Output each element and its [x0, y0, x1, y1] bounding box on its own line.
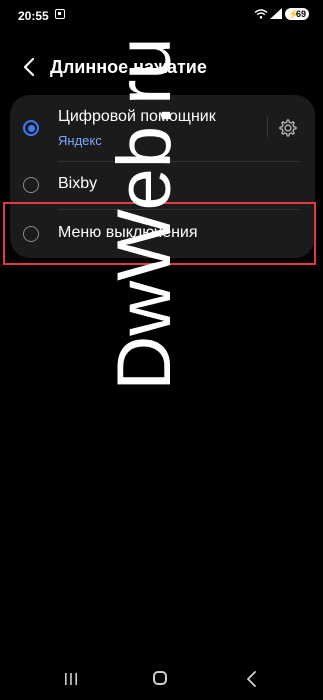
- signal-icon: [270, 8, 282, 19]
- gear-icon[interactable]: [277, 117, 299, 139]
- radio-button[interactable]: [23, 177, 39, 193]
- screen-record-icon: [55, 9, 65, 19]
- back-icon[interactable]: [245, 670, 259, 688]
- battery-level: 69: [295, 9, 306, 19]
- watermark-text: DwWeb.ru: [102, 37, 187, 391]
- option-label: Bixby: [58, 175, 98, 192]
- wifi-icon: [254, 9, 268, 19]
- radio-button-checked[interactable]: [23, 120, 39, 136]
- option-sublabel: Яндекс: [58, 133, 102, 148]
- recents-icon[interactable]: [63, 672, 79, 686]
- back-button[interactable]: [20, 56, 40, 78]
- navigation-bar: [0, 660, 323, 700]
- home-icon[interactable]: [153, 671, 167, 685]
- status-bar: 20:55 ⚡ 69: [0, 0, 323, 30]
- vertical-separator: [267, 117, 268, 137]
- status-time: 20:55: [18, 9, 49, 23]
- battery-icon: ⚡ 69: [285, 8, 309, 20]
